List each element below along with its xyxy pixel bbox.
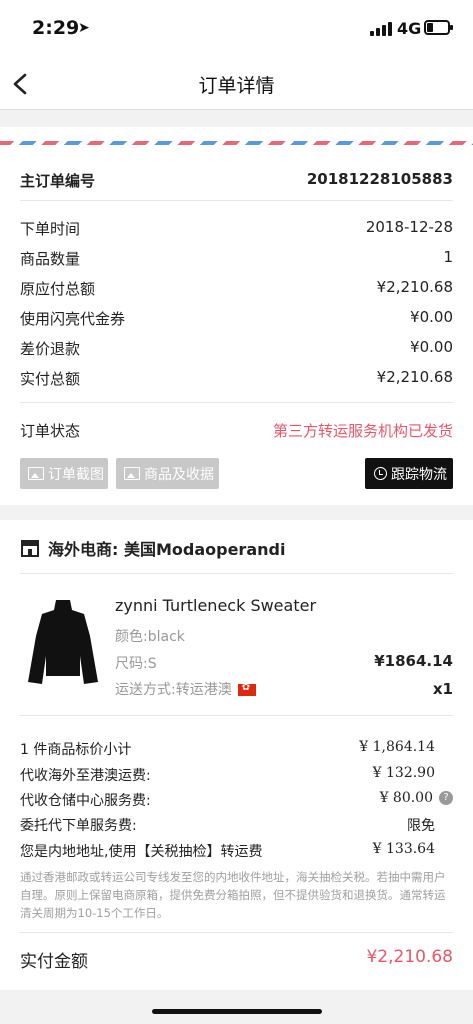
paid-total-label: 实付总额 (20, 370, 81, 388)
shipping-fee-value: ¥ 132.90 (372, 765, 435, 781)
total-value: ¥2,210.68 (366, 947, 453, 967)
order-status-label: 订单状态 (20, 422, 81, 440)
customs-fee-value: ¥ 133.64 (372, 841, 435, 857)
shipping-method: 运送方式:转运港澳 (115, 679, 256, 699)
voucher-label: 使用闪亮代金券 (20, 310, 126, 328)
original-total-label: 原应付总额 (20, 280, 96, 298)
goods-receipt-label: 商品及收据 (144, 466, 214, 483)
order-screenshot-label: 订单截图 (48, 466, 104, 483)
hong-kong-flag-icon (237, 682, 256, 696)
warehouse-fee-value-group: ¥ 80.00? (380, 790, 453, 806)
nav-bar: 订单详情 (0, 60, 473, 110)
product-image[interactable] (26, 596, 100, 688)
divider (20, 932, 453, 933)
order-service-fee-value: 限免 (407, 818, 435, 834)
signal-icon (370, 22, 394, 36)
divider (20, 573, 453, 574)
image-icon (28, 467, 44, 480)
battery-level (427, 23, 433, 32)
paid-total-value: ¥2,210.68 (376, 368, 453, 386)
quantity-value: 1 (443, 248, 453, 266)
shipping-fee-label: 代收海外至港澳运费: (20, 768, 151, 784)
track-shipment-button[interactable]: 跟踪物流 (365, 458, 453, 489)
main-order-number: 20181228105883 (306, 170, 453, 188)
original-total-value: ¥2,210.68 (376, 278, 453, 296)
warehouse-fee-value: ¥ 80.00 (379, 790, 433, 806)
divider (20, 715, 453, 716)
voucher-value: ¥0.00 (410, 308, 453, 326)
total-label: 实付金额 (20, 952, 88, 972)
order-info-card: 主订单编号 20181228105883 下单时间 2018-12-28 商品数… (0, 127, 473, 505)
home-indicator[interactable] (152, 1009, 322, 1014)
product-price: ¥1864.14 (374, 652, 453, 670)
status-time: 2:29 (32, 17, 80, 39)
order-service-fee-label: 委托代下单服务费: (20, 818, 137, 834)
warehouse-fee-label: 代收仓储中心服务费: (20, 793, 151, 809)
store-header: 海外电商: 美国Modaoperandi (20, 536, 285, 560)
image-icon (124, 467, 140, 480)
network-type: 4G (397, 19, 422, 38)
battery-icon (424, 20, 453, 35)
page-title: 订单详情 (198, 75, 275, 97)
airmail-border (0, 141, 473, 145)
subtotal-label: 1 件商品标价小计 (20, 742, 132, 758)
main-order-number-label: 主订单编号 (20, 172, 96, 190)
product-size: 尺码:S (115, 656, 157, 672)
order-time-value: 2018-12-28 (365, 218, 453, 236)
refund-label: 差价退款 (20, 340, 81, 358)
shipping-method-label: 运送方式:转运港澳 (115, 682, 232, 698)
goods-receipt-button[interactable]: 商品及收据 (116, 458, 219, 489)
product-color: 颜色:black (115, 629, 185, 645)
question-icon[interactable]: ? (439, 791, 453, 805)
quantity-label: 商品数量 (20, 250, 81, 268)
location-arrow-icon: ➤ (78, 20, 90, 36)
subtotal-value: ¥ 1,864.14 (359, 739, 435, 755)
order-time-label: 下单时间 (20, 220, 81, 238)
divider (20, 402, 453, 403)
track-shipment-label: 跟踪物流 (391, 466, 447, 483)
history-clock-icon (374, 467, 387, 480)
store-name: 海外电商: 美国Modaoperandi (48, 540, 286, 559)
store-icon (21, 540, 39, 557)
product-card: 海外电商: 美国Modaoperandi zynni Turtleneck Sw… (0, 520, 473, 990)
status-bar: 2:29 ➤ 4G (0, 0, 473, 60)
product-name[interactable]: zynni Turtleneck Sweater (115, 596, 316, 615)
refund-value: ¥0.00 (410, 338, 453, 356)
shipping-note: 通过香港邮政或转运公司专线发至您的内地收件地址，海关抽检关税。若抽中需用户自理。… (20, 870, 446, 920)
divider (20, 200, 453, 201)
customs-fee-label: 您是内地地址,使用【关税抽检】转运费 (20, 844, 263, 860)
order-status-value: 第三方转运服务机构已发货 (272, 422, 453, 440)
order-screenshot-button[interactable]: 订单截图 (20, 458, 108, 489)
product-quantity: x1 (432, 680, 453, 698)
